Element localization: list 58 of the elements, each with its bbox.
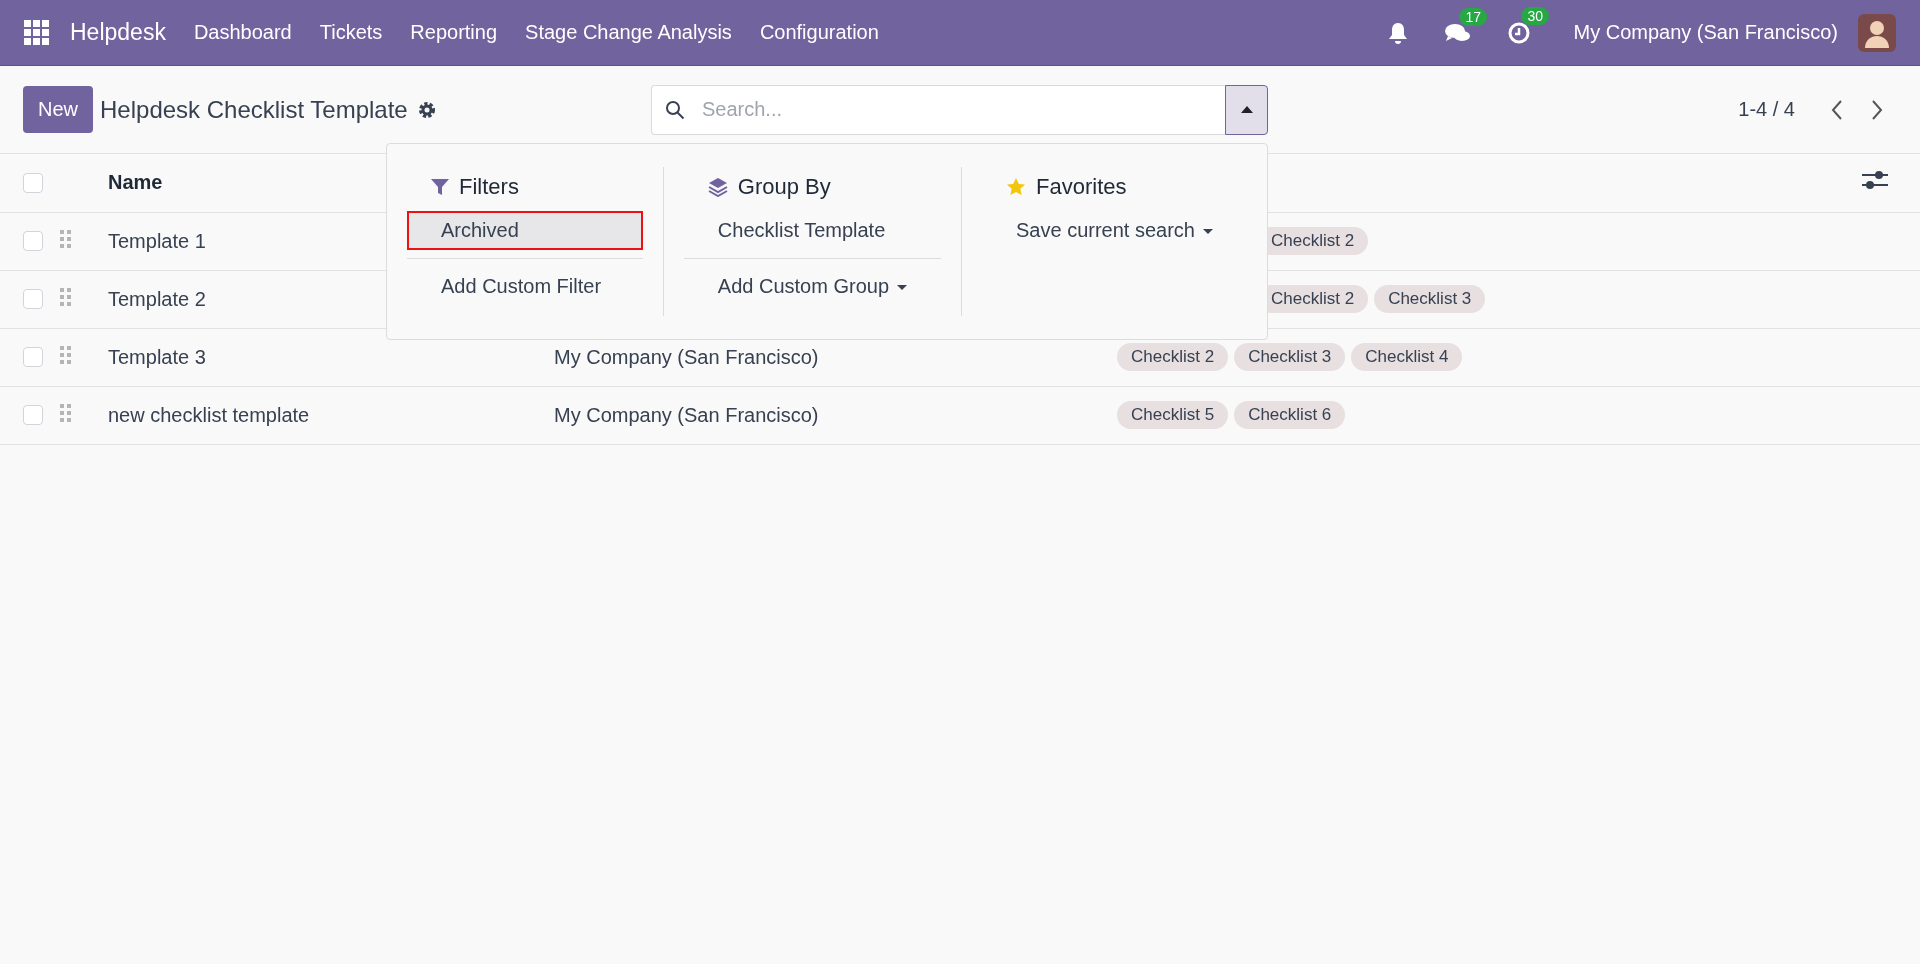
tag: Checklist 5 <box>1117 401 1229 429</box>
drag-handle-icon[interactable] <box>60 287 72 306</box>
layers-icon <box>707 177 728 197</box>
search-field[interactable]: Search... <box>651 84 1225 135</box>
user-avatar[interactable] <box>1858 13 1896 52</box>
search-panel-toggle[interactable] <box>1225 84 1268 135</box>
section-title: Favorites <box>1036 174 1127 200</box>
tag: Checklist 3 <box>1374 285 1486 313</box>
search-icon <box>665 99 685 120</box>
caret-icon <box>897 285 907 291</box>
drag-handle-icon[interactable] <box>60 403 72 422</box>
bell-icon[interactable] <box>1387 20 1410 45</box>
row-checkbox[interactable] <box>23 347 43 367</box>
menu-item[interactable]: Stage Change Analysis <box>511 21 746 44</box>
section-title: Group By <box>737 174 831 200</box>
menu-item[interactable]: Tickets <box>305 21 397 44</box>
table-cell: new checklist template <box>108 403 310 426</box>
apps-menu-icon[interactable] <box>24 19 50 46</box>
activity-count-badge: 30 <box>1521 6 1550 25</box>
chevron-left-icon <box>1831 98 1843 121</box>
funnel-icon <box>431 178 449 196</box>
tag: Checklist 4 <box>1351 343 1463 371</box>
save-current-search-button[interactable]: Save current search <box>982 211 1247 250</box>
table-cell: Template 2 <box>108 287 206 310</box>
star-icon <box>1006 177 1026 197</box>
table-cell: My Company (San Francisco) <box>554 403 819 426</box>
clock-icon[interactable] <box>1507 20 1532 45</box>
settings-icon[interactable] <box>417 100 436 119</box>
menu-item[interactable]: Reporting <box>396 21 512 44</box>
menu-item[interactable]: Dashboard <box>179 21 306 44</box>
pager-value: 1-4 / 4 <box>1738 98 1795 121</box>
new-button[interactable]: New <box>23 86 93 133</box>
section-title: Filters <box>459 174 519 200</box>
tag: Checklist 3 <box>1234 343 1346 371</box>
table-cell: My Company (San Francisco) <box>554 345 819 368</box>
tag: Checklist 6 <box>1234 401 1346 429</box>
caret-icon <box>1203 229 1213 235</box>
page-title: Helpdesk Checklist Template <box>100 95 408 124</box>
company-switcher[interactable]: My Company (San Francisco) <box>1573 21 1838 44</box>
row-checkbox[interactable] <box>23 289 43 309</box>
menu-item[interactable]: Configuration <box>745 21 893 44</box>
row-checkbox[interactable] <box>23 405 43 425</box>
add-custom-filter-button[interactable]: Add Custom Filter <box>407 267 643 306</box>
drag-handle-icon[interactable] <box>60 229 72 248</box>
table-cell: Template 1 <box>108 229 206 252</box>
chevron-right-icon <box>1871 98 1883 121</box>
select-all-checkbox[interactable] <box>23 172 43 193</box>
drag-handle-icon[interactable] <box>60 345 72 364</box>
caret-up-icon <box>1240 106 1253 113</box>
column-header[interactable]: Name <box>108 171 163 194</box>
tag: Checklist 2 <box>1117 343 1229 371</box>
filters-option[interactable]: Archived <box>407 211 643 250</box>
chat-bubbles-icon[interactable] <box>1445 21 1472 44</box>
app-name[interactable]: Helpdesk <box>70 19 166 46</box>
table-cell: Template 3 <box>108 345 206 368</box>
row-checkbox[interactable] <box>23 231 43 251</box>
message-count-badge: 17 <box>1459 7 1488 26</box>
add-custom-group-button[interactable]: Add Custom Group <box>683 267 941 306</box>
